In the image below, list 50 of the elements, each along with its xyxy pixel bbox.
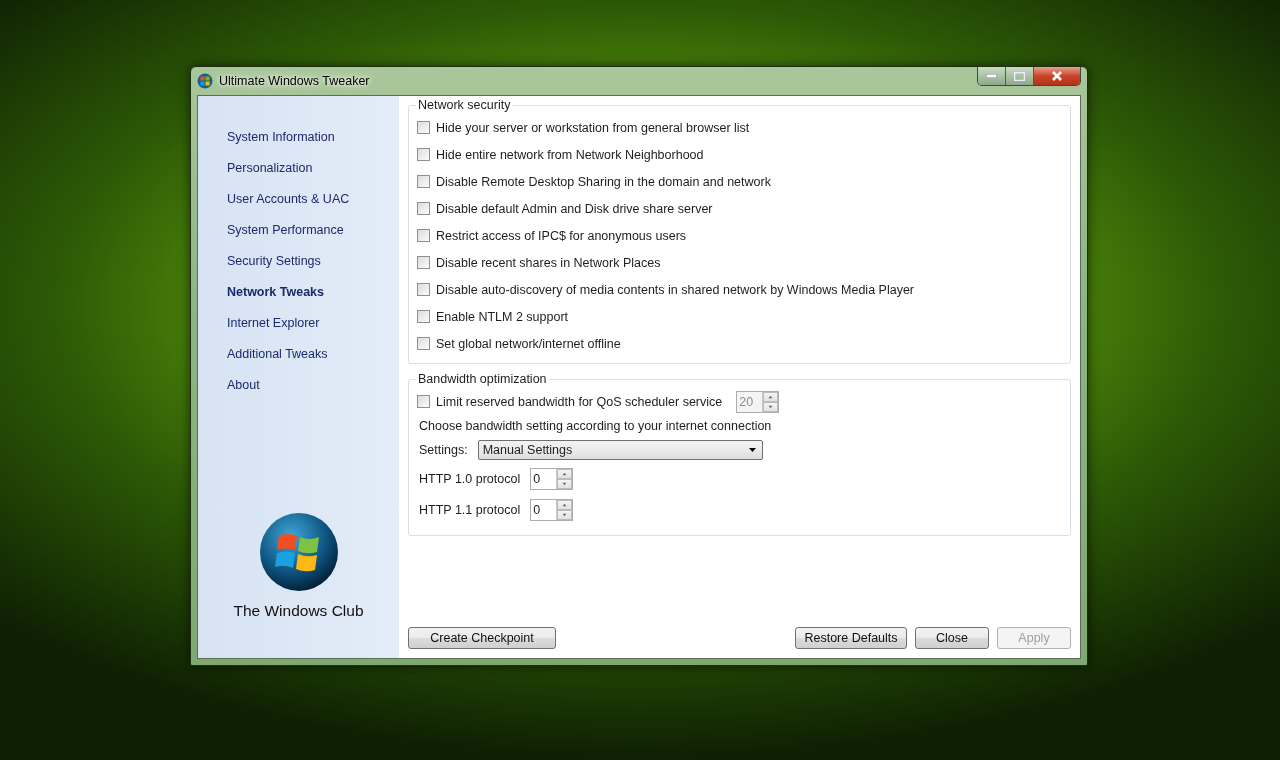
window-title: Ultimate Windows Tweaker [219,74,370,88]
checkbox-label[interactable]: Disable default Admin and Disk drive share server [436,201,713,216]
maximize-button[interactable] [1006,67,1034,85]
logo-caption: The Windows Club [233,602,364,620]
checkbox[interactable] [417,256,430,269]
caret-icon [748,448,756,452]
minimize-button[interactable] [978,67,1006,85]
push-button[interactable]: Restore Defaults [795,627,907,649]
field-label: Settings: [419,443,468,457]
settings-dropdown[interactable]: Manual Settings [477,440,763,460]
number-spinner[interactable]: 0 [530,498,574,521]
sidebar-item[interactable]: Personalization [198,161,399,192]
checkbox[interactable] [417,148,430,161]
flag-logo-icon [258,512,339,592]
checkbox-label[interactable]: Hide your server or workstation from general browser list [436,120,750,135]
group-title: Bandwidth optimization [417,372,548,386]
sidebar-item[interactable]: Network Tweaks [198,285,399,316]
close-button[interactable] [1034,67,1080,85]
checkbox[interactable] [417,337,430,350]
checkbox-label[interactable]: Set global network/internet offline [436,336,621,351]
checkbox[interactable] [417,310,430,323]
sidebar-item[interactable]: System Performance [198,223,399,254]
number-spinner[interactable]: 0 [530,467,574,490]
checkbox-label[interactable]: Hide entire network from Network Neighborhood [436,147,704,162]
sidebar-item[interactable]: System Information [198,130,399,161]
checkbox[interactable] [417,229,430,242]
minimize-icon [986,74,997,78]
checkbox[interactable] [417,175,430,188]
sidebar-item[interactable]: Security Settings [198,254,399,285]
group-title: Network security [417,98,512,112]
checkbox[interactable] [417,202,430,215]
field-label: HTTP 1.0 protocol [419,471,521,486]
push-button[interactable]: Create Checkpoint [408,627,556,649]
checkbox-label[interactable]: Restrict access of IPC$ for anonymous users [436,228,687,243]
checkbox-label[interactable]: Enable NTLM 2 support [436,309,568,324]
field-label: HTTP 1.1 protocol [419,502,521,517]
close-icon [1051,71,1063,81]
checkbox-label[interactable]: Disable recent shares in Network Places [436,255,661,270]
checkbox-label[interactable]: Disable Remote Desktop Sharing in the domain and network [436,174,771,189]
hint-text: Choose bandwidth setting according to your internet connection [419,418,773,435]
sidebar-item[interactable]: About [198,378,399,409]
app-logo-icon [197,73,213,89]
sidebar-item[interactable]: User Accounts & UAC [198,192,399,223]
maximize-icon [1014,71,1025,81]
checkbox[interactable] [417,283,430,296]
checkbox[interactable] [417,121,430,134]
checkbox-label[interactable]: Disable auto-discovery of media contents in shared network by Windows Media Player [436,282,914,297]
push-button[interactable]: Close [915,627,989,649]
sidebar-item[interactable]: Internet Explorer [198,316,399,347]
sidebar-item[interactable]: Additional Tweaks [198,347,399,378]
